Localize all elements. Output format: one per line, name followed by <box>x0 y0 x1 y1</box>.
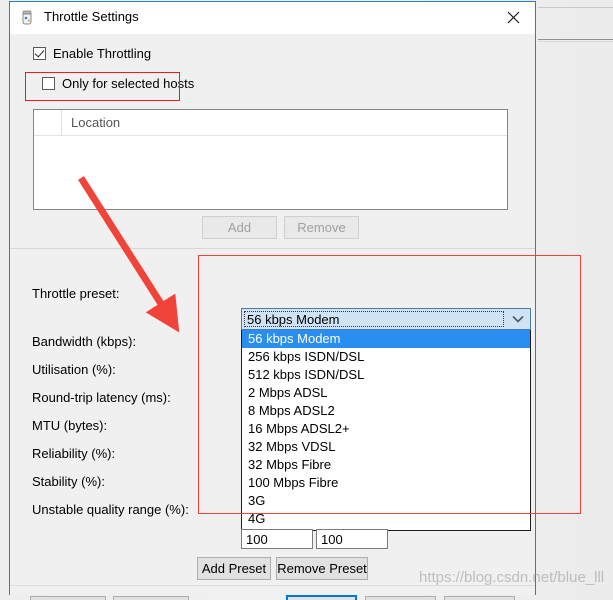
dropdown-item[interactable]: 16 Mbps ADSL2+ <box>242 420 530 438</box>
dialog-body: Enable Throttling Only for selected host… <box>10 34 535 600</box>
host-list[interactable]: Location <box>33 109 508 210</box>
utilisation-label: Utilisation (%): <box>32 362 116 377</box>
unstable-quality-min-input[interactable]: 100 <box>241 529 313 549</box>
remove-host-button[interactable]: Remove <box>284 216 359 239</box>
app-icon <box>19 10 35 26</box>
screen: Throttle Settings Enable Throttling Only… <box>0 0 613 600</box>
unstable-quality-max-input[interactable]: 100 <box>316 529 388 549</box>
throttle-preset-combobox[interactable]: 56 kbps Modem <box>241 308 531 330</box>
dropdown-item[interactable]: 256 kbps ISDN/DSL <box>242 348 530 366</box>
stability-label: Stability (%): <box>32 474 105 489</box>
round-trip-latency-label: Round-trip latency (ms): <box>32 390 171 405</box>
host-list-column-location: Location <box>71 115 121 130</box>
throttle-preset-dropdown-list[interactable]: 56 kbps Modem 256 kbps ISDN/DSL 512 kbps… <box>241 330 531 531</box>
dropdown-item[interactable]: 32 Mbps Fibre <box>242 456 530 474</box>
close-icon[interactable] <box>491 2 535 33</box>
dropdown-item[interactable]: 100 Mbps Fibre <box>242 474 530 492</box>
background-divider-1 <box>538 7 613 8</box>
dropdown-item[interactable]: 56 kbps Modem <box>242 330 530 348</box>
background-divider-3 <box>538 41 613 42</box>
remove-preset-button[interactable]: Remove Preset <box>276 557 368 580</box>
dropdown-item[interactable]: 3G <box>242 492 530 510</box>
throttle-settings-dialog: Throttle Settings Enable Throttling Only… <box>9 1 536 600</box>
section-divider <box>10 248 535 249</box>
ok-button[interactable]: OK <box>286 595 357 600</box>
dropdown-item[interactable]: 512 kbps ISDN/DSL <box>242 366 530 384</box>
only-selected-hosts-label: Only for selected hosts <box>62 76 195 91</box>
dropdown-item[interactable]: 4G <box>242 510 530 528</box>
throttle-preset-label: Throttle preset: <box>32 286 120 301</box>
add-host-button[interactable]: Add <box>202 216 277 239</box>
bandwidth-label: Bandwidth (kbps): <box>32 334 137 349</box>
throttle-preset-value: 56 kbps Modem <box>244 311 504 327</box>
title-bar: Throttle Settings <box>10 2 535 34</box>
enable-throttling-label: Enable Throttling <box>53 46 152 61</box>
export-button[interactable]: Export <box>113 596 189 600</box>
enable-throttling-checkbox[interactable]: Enable Throttling <box>33 46 151 61</box>
only-selected-hosts-checkbox[interactable]: Only for selected hosts <box>42 76 194 91</box>
dropdown-item[interactable]: 8 Mbps ADSL2 <box>242 402 530 420</box>
background-divider-2 <box>538 39 613 40</box>
reliability-label: Reliability (%): <box>32 446 116 461</box>
add-preset-button[interactable]: Add Preset <box>197 557 271 580</box>
import-button[interactable]: Import <box>30 596 106 600</box>
host-list-header: Location <box>34 110 507 136</box>
dropdown-item[interactable]: 32 Mbps VDSL <box>242 438 530 456</box>
window-title: Throttle Settings <box>44 9 139 24</box>
cancel-button[interactable]: Cancel <box>365 596 436 600</box>
chevron-down-icon[interactable] <box>506 309 530 329</box>
checkbox-checked-icon <box>33 47 46 60</box>
checkbox-unchecked-icon <box>42 77 55 90</box>
unstable-quality-range-label: Unstable quality range (%): <box>32 502 189 517</box>
help-button[interactable]: Help <box>444 596 515 600</box>
dropdown-item[interactable]: 2 Mbps ADSL <box>242 384 530 402</box>
host-list-column-checkbox <box>34 110 62 135</box>
footer-divider <box>10 585 535 586</box>
mtu-label: MTU (bytes): <box>32 418 108 433</box>
